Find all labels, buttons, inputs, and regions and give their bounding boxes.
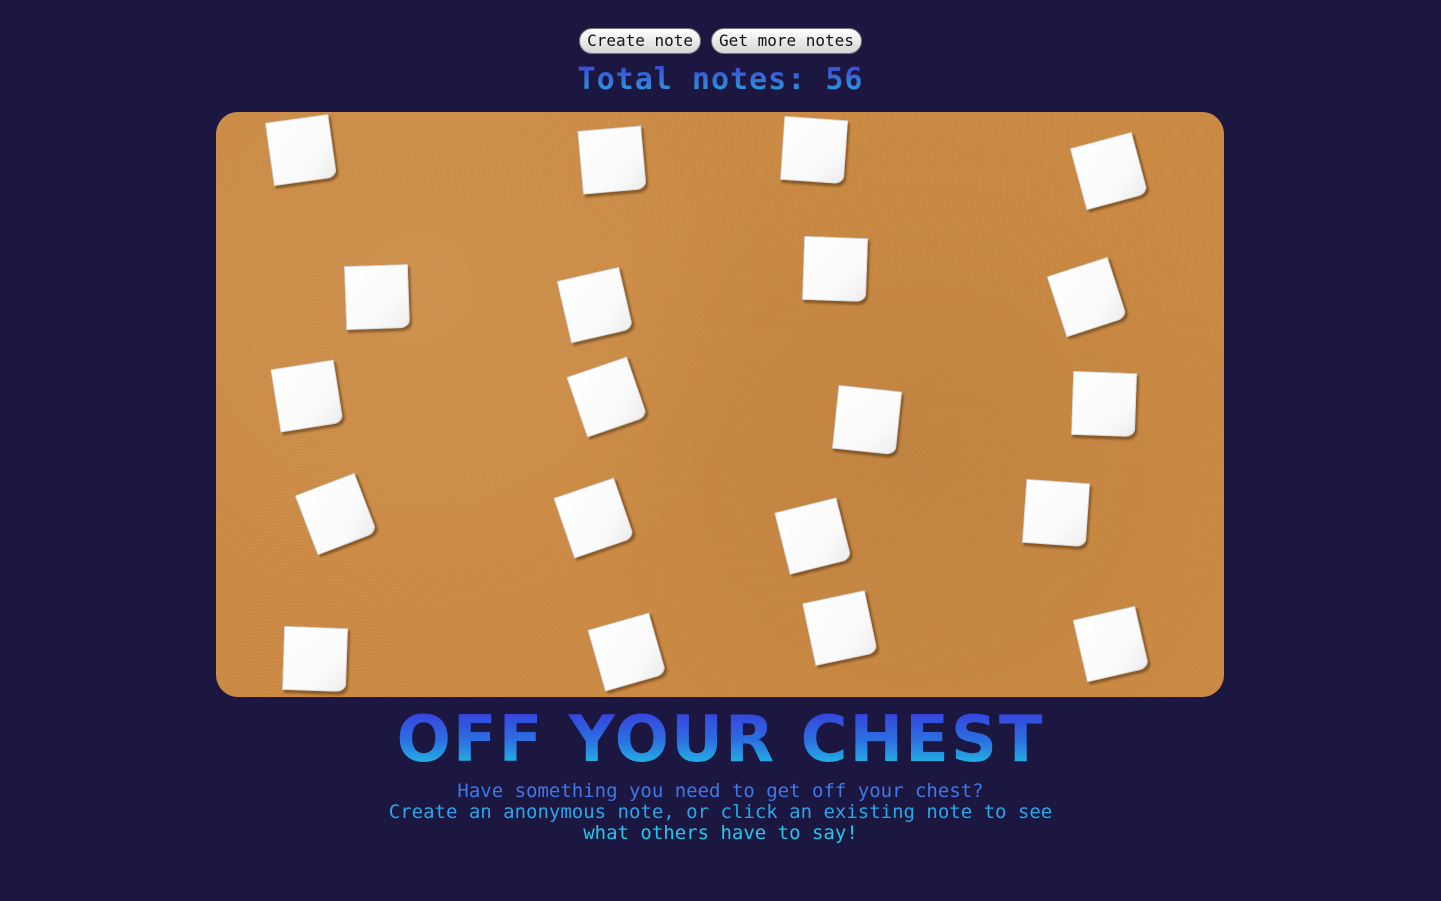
sticky-note[interactable] xyxy=(587,612,667,692)
sticky-note[interactable] xyxy=(779,115,849,185)
page-title: OFF YOUR CHEST xyxy=(0,704,1441,776)
description: Have something you need to get off your … xyxy=(0,781,1441,844)
sticky-note[interactable] xyxy=(1021,478,1091,548)
sticky-note[interactable] xyxy=(1072,605,1150,683)
sticky-note[interactable] xyxy=(802,590,878,666)
sticky-note[interactable] xyxy=(577,125,647,195)
sticky-note[interactable] xyxy=(1069,131,1149,211)
sticky-note[interactable] xyxy=(270,359,344,433)
sticky-note[interactable] xyxy=(264,113,338,187)
toolbar: Create note Get more notes xyxy=(0,28,1441,54)
sticky-note[interactable] xyxy=(294,472,378,556)
sticky-note[interactable] xyxy=(556,266,634,344)
sticky-note[interactable] xyxy=(831,384,903,456)
page: Create note Get more notes Total notes: … xyxy=(0,0,1441,901)
description-line-1: Have something you need to get off your … xyxy=(457,780,984,802)
sticky-note[interactable] xyxy=(1070,370,1138,438)
sticky-note[interactable] xyxy=(553,477,635,559)
sticky-note[interactable] xyxy=(1046,256,1128,338)
sticky-note[interactable] xyxy=(774,497,852,575)
sticky-note[interactable] xyxy=(281,625,349,693)
sticky-note[interactable] xyxy=(801,235,869,303)
description-line-2: Create an anonymous note, or click an ex… xyxy=(388,801,1053,823)
cork-board xyxy=(216,112,1224,697)
description-line-3: what others have to say! xyxy=(583,822,858,844)
sticky-note[interactable] xyxy=(566,356,648,438)
create-note-button[interactable]: Create note xyxy=(579,28,702,54)
sticky-note[interactable] xyxy=(343,263,411,331)
total-notes-count: Total notes: 56 xyxy=(0,62,1441,97)
get-more-notes-button[interactable]: Get more notes xyxy=(711,28,862,54)
